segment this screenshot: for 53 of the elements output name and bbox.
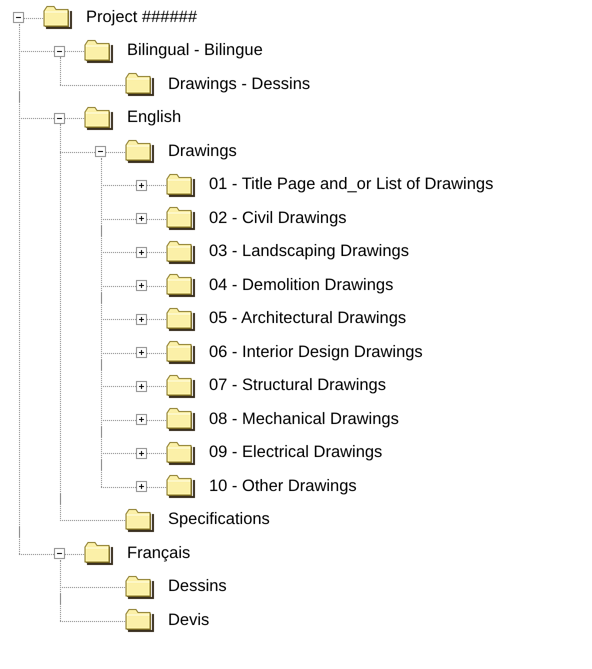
- expand-toggle[interactable]: [136, 380, 147, 392]
- expand-toggle[interactable]: [136, 414, 147, 426]
- collapse-toggle[interactable]: [13, 12, 24, 24]
- folder-icon: [125, 73, 154, 96]
- folder-icon: [84, 106, 113, 130]
- folder-icon: [166, 308, 195, 331]
- expand-toggle[interactable]: [136, 347, 147, 358]
- tree-item-label[interactable]: 07 - Structural Drawings: [209, 376, 386, 396]
- expand-toggle[interactable]: [136, 481, 147, 492]
- folder-icon: [166, 442, 195, 465]
- expand-toggle[interactable]: [136, 448, 147, 459]
- folder-icon: [166, 274, 195, 298]
- folder-icon: [125, 576, 154, 599]
- tree-item-label[interactable]: Français: [127, 544, 190, 564]
- tree-item-label[interactable]: 10 - Other Drawings: [209, 476, 357, 497]
- tree-item-label[interactable]: 08 - Mechanical Drawings: [209, 410, 399, 430]
- tree-item-label[interactable]: Dessins: [168, 577, 227, 598]
- expand-toggle[interactable]: [136, 213, 147, 224]
- folder-icon: [43, 6, 72, 30]
- tree-item-label[interactable]: 06 - Interior Design Drawings: [209, 342, 423, 363]
- tree-item-label[interactable]: 09 - Electrical Drawings: [209, 443, 382, 464]
- tree-item-label[interactable]: Drawings - Dessins: [168, 74, 310, 95]
- folder-icon: [166, 341, 195, 364]
- folder-icon: [166, 408, 195, 432]
- tree-item-label[interactable]: Devis: [168, 610, 210, 631]
- folder-icon: [166, 374, 195, 398]
- folder-icon: [166, 240, 195, 264]
- tree-item-label[interactable]: Bilingual - Bilingue: [127, 41, 263, 62]
- tree-item-label[interactable]: 05 - Architectural Drawings: [209, 309, 406, 330]
- tree-item-label[interactable]: Project ######: [86, 8, 197, 28]
- expand-toggle[interactable]: [136, 314, 147, 325]
- tree-item-label[interactable]: 04 - Demolition Drawings: [209, 276, 394, 296]
- tree-item-label[interactable]: Drawings: [168, 142, 237, 162]
- collapse-toggle[interactable]: [54, 548, 65, 560]
- tree-item-label[interactable]: English: [127, 108, 182, 128]
- tree-item-label[interactable]: Specifications: [168, 510, 270, 530]
- collapse-toggle[interactable]: [95, 146, 106, 158]
- folder-icon: [166, 207, 195, 230]
- expand-toggle[interactable]: [136, 180, 147, 191]
- expand-toggle[interactable]: [136, 246, 147, 258]
- folder-icon: [125, 508, 154, 532]
- tree-item-label[interactable]: 03 - Landscaping Drawings: [209, 242, 409, 262]
- folder-icon: [84, 40, 113, 63]
- tree-item-label[interactable]: 02 - Civil Drawings: [209, 208, 347, 229]
- collapse-toggle[interactable]: [54, 112, 65, 124]
- folder-icon: [84, 542, 113, 566]
- tree-item-label[interactable]: 01 - Title Page and_or List of Drawings: [209, 175, 494, 196]
- folder-icon: [125, 140, 154, 164]
- expand-toggle[interactable]: [136, 280, 147, 292]
- folder-icon: [166, 475, 195, 498]
- collapse-toggle[interactable]: [54, 46, 65, 57]
- folder-icon: [125, 609, 154, 632]
- folder-icon: [166, 174, 195, 197]
